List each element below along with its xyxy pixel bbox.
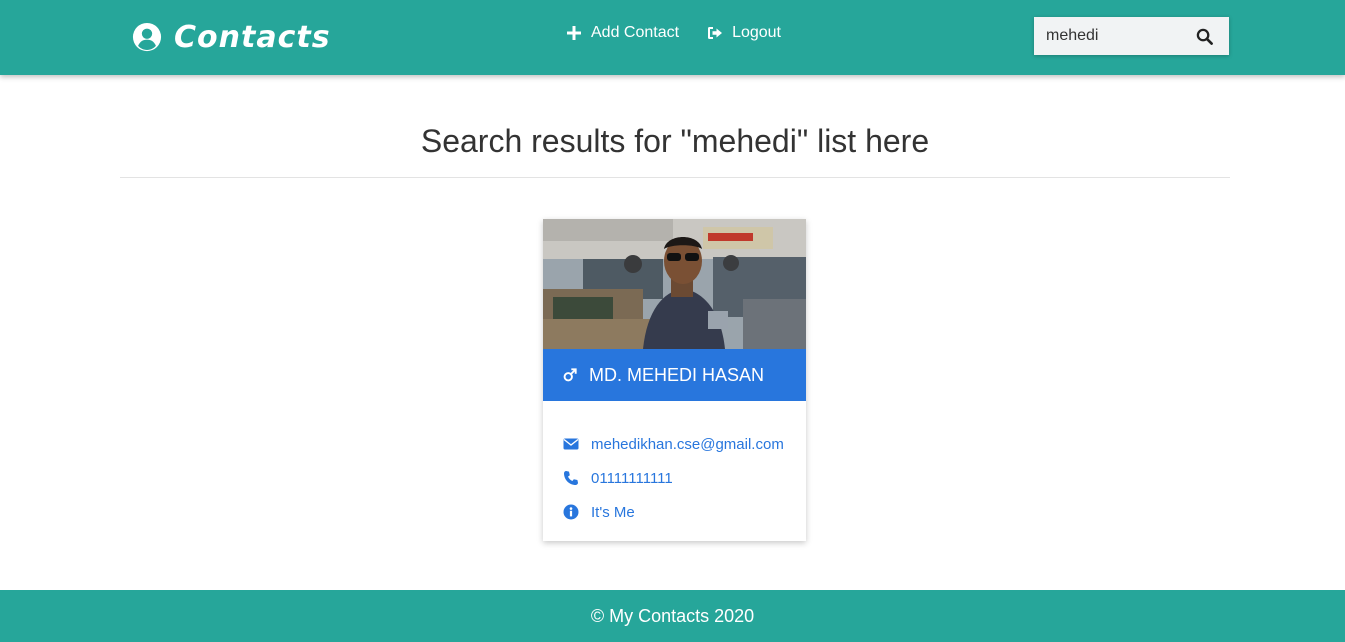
search-form	[1034, 17, 1229, 55]
add-contact-link[interactable]: Add Contact	[566, 24, 679, 42]
search-button[interactable]	[1184, 17, 1224, 55]
contact-phone[interactable]: 01111111111	[591, 470, 673, 487]
logout-label: Logout	[732, 24, 781, 41]
plus-icon	[567, 26, 581, 40]
sign-out-icon	[708, 27, 723, 39]
contact-details: mehedikhan.cse@gmail.com 01111111111 It'…	[543, 401, 806, 532]
search-input[interactable]	[1034, 17, 1184, 55]
contact-email[interactable]: mehedikhan.cse@gmail.com	[591, 436, 784, 453]
contact-name: MD. MEHEDI HASAN	[589, 364, 765, 385]
male-icon	[563, 368, 577, 382]
contact-description-row: It's Me	[563, 492, 806, 532]
contact-card[interactable]: MD. MEHEDI HASAN mehedikhan.cse@gmail.co…	[543, 219, 806, 541]
contact-photo	[543, 219, 806, 349]
contact-name-bar: MD. MEHEDI HASAN	[543, 349, 806, 401]
nav-links: Add Contact Logout	[566, 24, 781, 42]
add-contact-label: Add Contact	[591, 24, 680, 41]
brand-link[interactable]: Contacts	[132, 17, 331, 57]
user-circle-icon	[132, 22, 162, 52]
search-icon	[1196, 28, 1213, 45]
footer-copyright: © My Contacts 2020	[590, 605, 755, 626]
phone-icon	[564, 471, 578, 485]
page-title: Search results for "mehedi" list here	[420, 123, 930, 159]
title-divider	[120, 177, 1230, 178]
top-navbar: Contacts Add Contact Logout	[0, 0, 1345, 75]
page-footer: © My Contacts 2020	[0, 590, 1345, 642]
envelope-icon	[563, 438, 579, 450]
info-circle-icon	[563, 504, 579, 520]
logout-link[interactable]: Logout	[707, 24, 781, 42]
brand-title: Contacts	[174, 19, 331, 55]
contact-description: It's Me	[591, 503, 635, 521]
